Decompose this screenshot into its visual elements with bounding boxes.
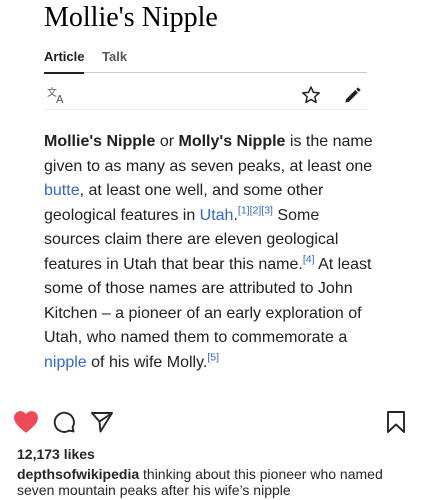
tab-talk[interactable]: Talk xyxy=(102,49,127,64)
heart-icon[interactable] xyxy=(12,408,40,436)
translate-icon[interactable]: 文 A xyxy=(46,84,68,106)
bookmark-icon[interactable] xyxy=(382,408,410,436)
page-toolbar: 文 A xyxy=(44,84,367,110)
reference-1[interactable]: [1] xyxy=(238,204,250,216)
reference-3[interactable]: [3] xyxy=(261,204,273,216)
send-icon[interactable] xyxy=(88,408,116,436)
article-subject-alt: Molly's Nipple xyxy=(178,133,286,150)
article-text: of his wife Molly. xyxy=(86,353,208,371)
comment-icon[interactable] xyxy=(50,408,78,436)
link-butte[interactable]: butte xyxy=(44,182,80,199)
username-link[interactable]: depthsofwikipedia xyxy=(17,466,139,482)
article-tabs: Article Talk xyxy=(44,47,367,74)
pencil-icon[interactable] xyxy=(342,84,364,106)
reference-5[interactable]: [5] xyxy=(207,351,219,363)
wikipedia-screenshot: Mollie's Nipple Article Talk 文 A Mollie'… xyxy=(0,0,425,390)
link-utah[interactable]: Utah xyxy=(200,207,234,224)
post-actions xyxy=(0,408,425,438)
star-icon[interactable] xyxy=(300,84,322,106)
article-body: Mollie's Nipple or Molly's Nipple is the… xyxy=(44,130,374,375)
page-title: Mollie's Nipple xyxy=(44,2,218,33)
tab-article[interactable]: Article xyxy=(44,49,85,74)
article-text: or xyxy=(155,133,179,150)
article-subject: Mollie's Nipple xyxy=(44,133,156,150)
reference-4[interactable]: [4] xyxy=(303,253,315,265)
like-count[interactable]: 12,173 likes xyxy=(17,446,95,462)
svg-text:A: A xyxy=(56,93,64,104)
link-nipple[interactable]: nipple xyxy=(44,354,87,371)
reference-2[interactable]: [2] xyxy=(250,204,262,216)
post-caption: depthsofwikipedia thinking about this pi… xyxy=(17,466,417,498)
